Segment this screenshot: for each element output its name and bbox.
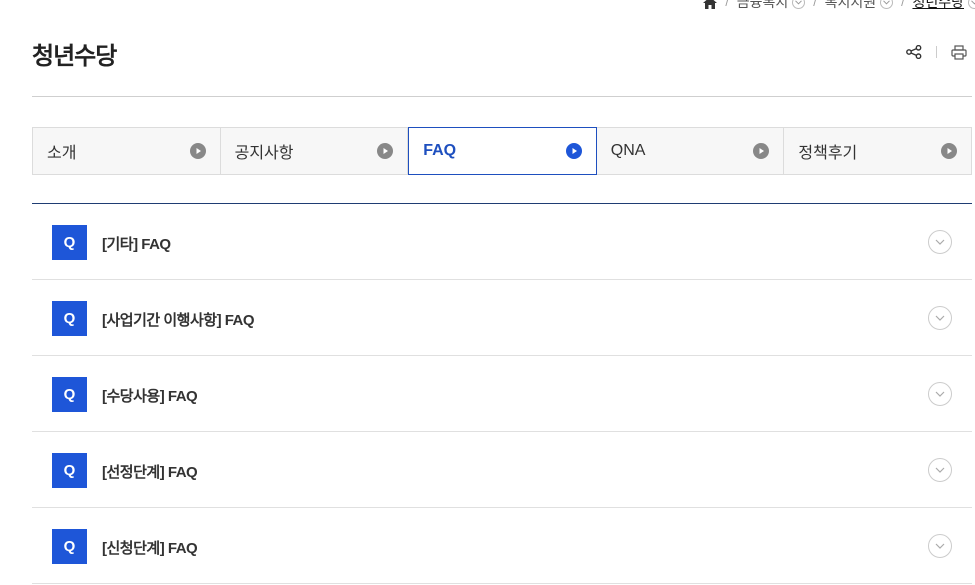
- play-circle-icon: [189, 143, 206, 159]
- play-circle-icon: [565, 143, 582, 159]
- page-title: 청년수당: [32, 43, 117, 70]
- tab-qna[interactable]: QNA: [596, 127, 785, 175]
- chevron-down-icon[interactable]: [928, 382, 952, 406]
- breadcrumb-label: 복지지원: [824, 0, 877, 10]
- faq-list: Q [기타] FAQ Q [사업기간 이행사항] FAQ Q [수당사용] FA…: [32, 203, 972, 584]
- breadcrumb-separator: /: [725, 0, 729, 9]
- faq-title[interactable]: [수당사용] FAQ: [102, 385, 198, 406]
- faq-title[interactable]: [사업기간 이행사항] FAQ: [102, 309, 255, 330]
- print-icon[interactable]: [949, 42, 969, 62]
- faq-title[interactable]: [기타] FAQ: [102, 233, 171, 254]
- tab-label: 소개: [47, 145, 77, 162]
- faq-item[interactable]: Q [수당사용] FAQ: [32, 356, 972, 432]
- q-badge: Q: [52, 453, 87, 488]
- breadcrumb: / 금융복지 / 복지지원 / 청년수당: [703, 0, 975, 12]
- home-icon[interactable]: [703, 0, 718, 9]
- faq-item[interactable]: Q [선정단계] FAQ: [32, 432, 972, 508]
- tab-label: QNA: [610, 142, 646, 159]
- faq-item[interactable]: Q [사업기간 이행사항] FAQ: [32, 280, 972, 356]
- chevron-down-icon[interactable]: [968, 0, 975, 9]
- faq-item[interactable]: Q [기타] FAQ: [32, 204, 972, 280]
- faq-item[interactable]: Q [신청단계] FAQ: [32, 508, 972, 584]
- faq-title[interactable]: [신청단계] FAQ: [102, 537, 198, 558]
- breadcrumb-item-welfare-support[interactable]: 복지지원: [825, 0, 894, 12]
- play-circle-icon: [377, 143, 394, 159]
- tool-divider: [936, 46, 937, 58]
- chevron-down-icon[interactable]: [792, 0, 806, 9]
- breadcrumb-item-finance-welfare[interactable]: 금융복지: [737, 0, 806, 12]
- breadcrumb-item-current[interactable]: 청년수당: [912, 0, 975, 12]
- q-badge: Q: [52, 225, 87, 260]
- tab-label: 공지사항: [234, 145, 294, 162]
- play-circle-icon: [753, 143, 770, 159]
- page-tools: [904, 42, 969, 62]
- chevron-down-icon[interactable]: [928, 230, 952, 254]
- tab-label: FAQ: [423, 142, 457, 159]
- q-badge: Q: [52, 301, 87, 336]
- tab-reviews[interactable]: 정책후기: [784, 127, 972, 175]
- tab-label: 정책후기: [798, 145, 858, 162]
- chevron-down-icon[interactable]: [928, 306, 952, 330]
- q-badge: Q: [52, 529, 87, 564]
- tab-faq[interactable]: FAQ: [408, 127, 597, 175]
- q-badge: Q: [52, 377, 87, 412]
- chevron-down-icon[interactable]: [928, 534, 952, 558]
- tab-intro[interactable]: 소개: [32, 127, 221, 175]
- share-icon[interactable]: [904, 42, 924, 62]
- breadcrumb-label: 금융복지: [736, 0, 789, 10]
- breadcrumb-separator: /: [901, 0, 905, 9]
- chevron-down-icon[interactable]: [880, 0, 894, 9]
- play-circle-icon: [940, 143, 957, 159]
- tab-bar: 소개 공지사항 FAQ QNA 정책후기: [32, 127, 972, 175]
- breadcrumb-label: 청년수당: [912, 0, 964, 10]
- chevron-down-icon[interactable]: [928, 458, 952, 482]
- title-divider: [32, 96, 972, 97]
- faq-title[interactable]: [선정단계] FAQ: [102, 461, 198, 482]
- breadcrumb-separator: /: [813, 0, 817, 9]
- tab-notice[interactable]: 공지사항: [220, 127, 409, 175]
